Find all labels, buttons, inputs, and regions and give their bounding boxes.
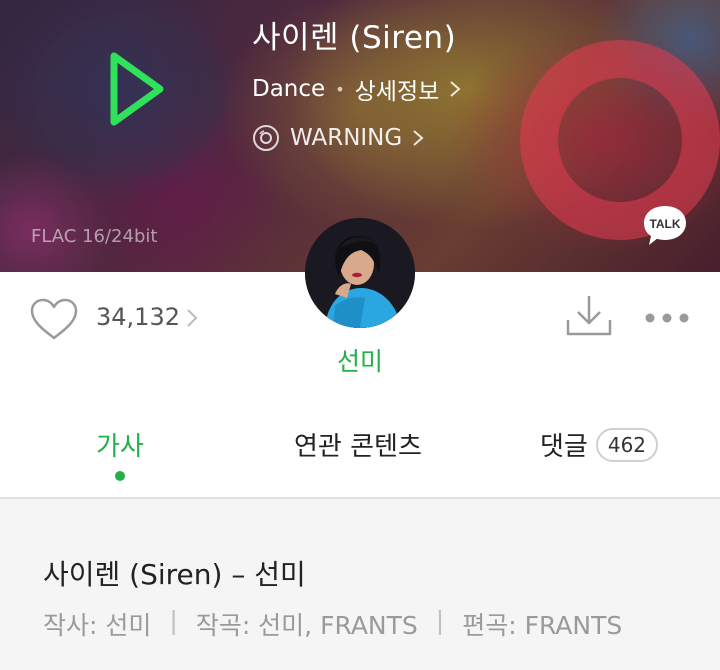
tab-comments[interactable]: 댓글 462: [540, 426, 659, 463]
song-credits: 작사: 선미 | 작곡: 선미, FRANTS | 편곡: FRANTS: [43, 606, 622, 642]
meta-separator-dot: •: [335, 79, 345, 99]
like-count[interactable]: 34,132: [96, 303, 180, 331]
song-title: 사이렌 (Siren): [252, 20, 457, 56]
artist-name[interactable]: 선미: [310, 342, 410, 378]
artist-avatar[interactable]: [305, 218, 415, 328]
lyricist-credit: 작사: 선미: [43, 611, 152, 640]
genre-label: Dance: [252, 76, 326, 102]
detail-info-link[interactable]: 상세정보: [355, 72, 440, 106]
tab-related-content[interactable]: 연관 콘텐츠: [294, 426, 422, 463]
more-icon[interactable]: [644, 312, 690, 324]
album-name: WARNING: [290, 125, 403, 151]
credit-separator: |: [169, 606, 178, 635]
talk-icon[interactable]: TALK: [641, 202, 689, 250]
lyrics-song-heading: 사이렌 (Siren) – 선미: [43, 558, 306, 591]
tab-lyrics[interactable]: 가사: [96, 426, 144, 463]
chevron-right-icon[interactable]: [186, 308, 198, 328]
background-artwork: [520, 40, 720, 240]
play-icon[interactable]: [104, 48, 168, 130]
disc-icon: [253, 125, 279, 151]
audio-quality-label: FLAC 16/24bit: [31, 226, 158, 247]
chevron-right-icon[interactable]: [449, 80, 461, 98]
arranger-credit: 편곡: FRANTS: [462, 611, 623, 640]
composer-credit: 작곡: 선미, FRANTS: [195, 611, 418, 640]
chevron-right-icon: [413, 130, 424, 146]
heart-icon[interactable]: [28, 298, 80, 340]
song-meta-row: Dance • 상세정보: [252, 72, 461, 106]
comment-count-badge: 462: [595, 427, 659, 462]
active-tab-indicator: [115, 471, 125, 481]
download-icon[interactable]: [565, 292, 613, 338]
talk-label: TALK: [649, 217, 680, 231]
tab-comments-label: 댓글: [540, 432, 588, 462]
album-link[interactable]: WARNING: [252, 124, 424, 152]
section-divider: [0, 497, 720, 499]
credit-separator: |: [435, 606, 445, 635]
artist-photo: [305, 218, 415, 328]
